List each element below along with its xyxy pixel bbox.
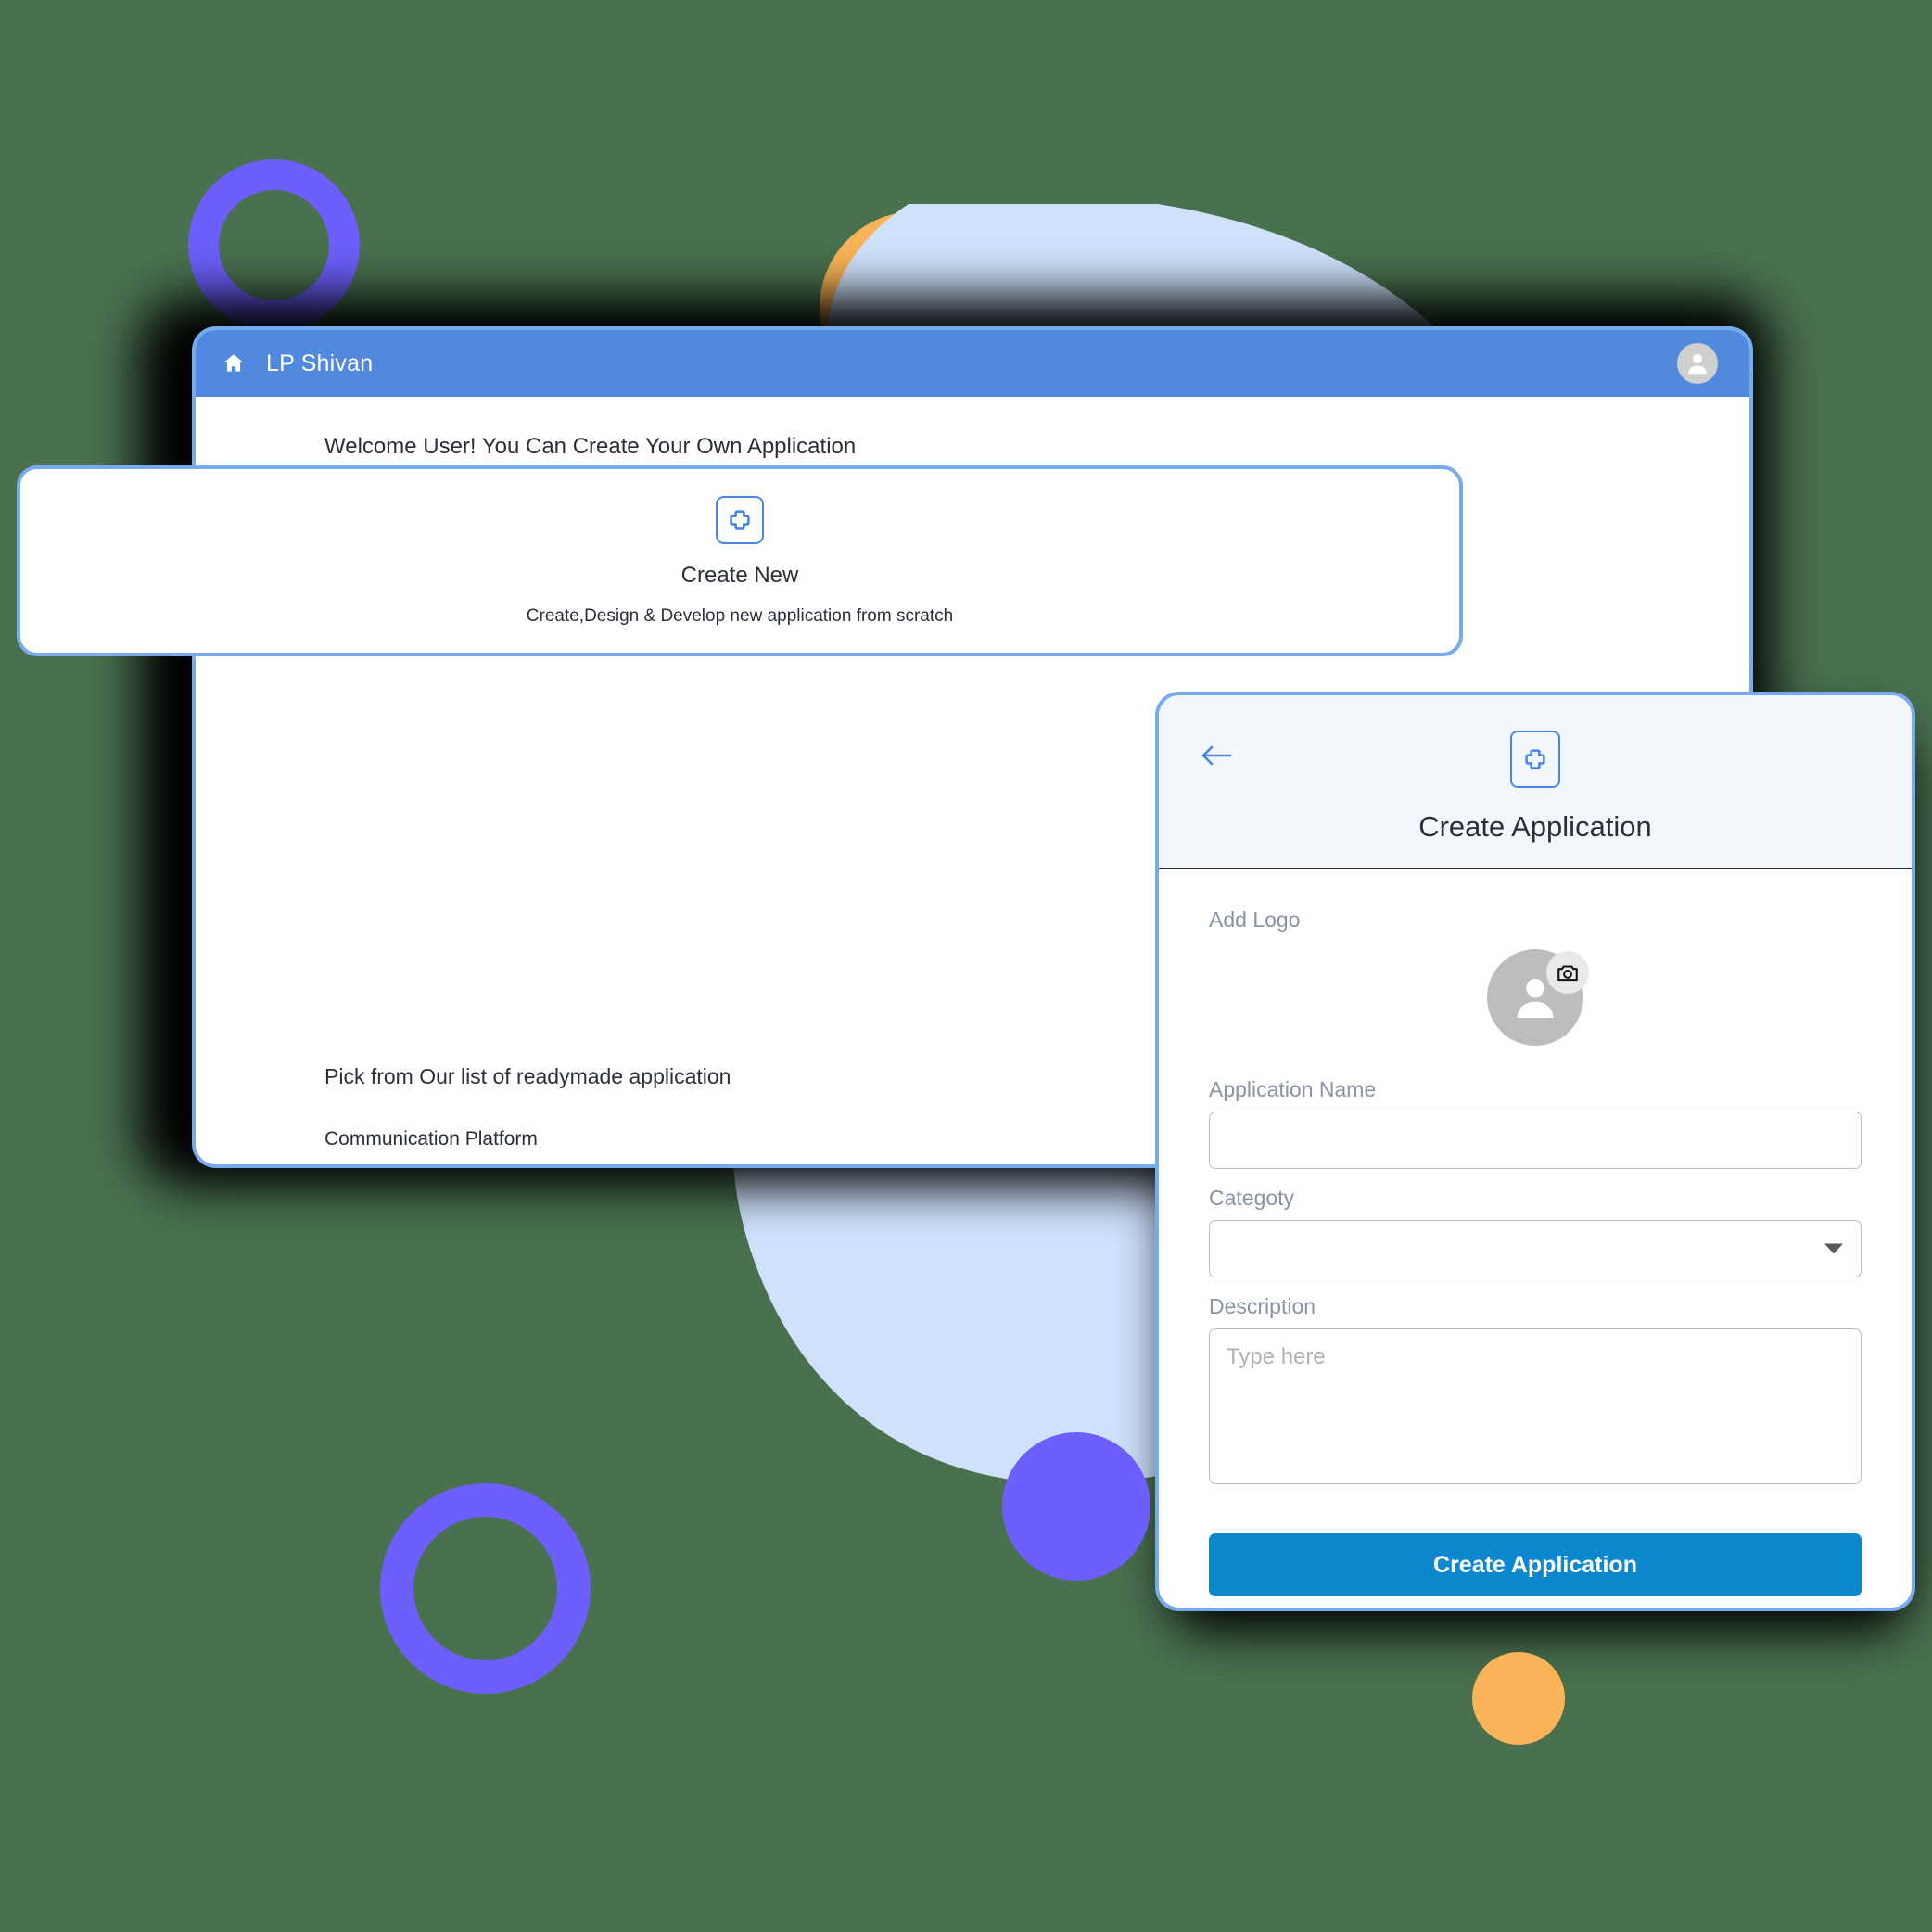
app-card-whatsapp[interactable]: W Whatsapp Created On Thursday, Nov 3, 2…	[324, 1167, 732, 1168]
welcome-message: Welcome User! You Can Create Your Own Ap…	[324, 434, 857, 459]
application-name-input[interactable]	[1209, 1112, 1862, 1169]
description-label: Description	[1209, 1294, 1316, 1318]
home-icon[interactable]	[222, 351, 246, 375]
add-logo-row	[1209, 949, 1862, 1046]
arrow-left-icon[interactable]	[1200, 744, 1233, 768]
logo-avatar[interactable]	[1487, 949, 1589, 1046]
description-textarea[interactable]	[1209, 1328, 1862, 1484]
app-brand-title: LP Shivan	[266, 350, 374, 376]
user-avatar-icon[interactable]	[1677, 343, 1718, 384]
create-panel-title: Create Application	[1418, 810, 1652, 843]
decorative-circle-purple	[1002, 1432, 1150, 1581]
create-application-submit-button[interactable]: Create Application	[1209, 1533, 1862, 1596]
application-name-label: Application Name	[1209, 1077, 1377, 1101]
category-field-block: Categoty	[1209, 1186, 1862, 1277]
decorative-ring-purple-bottom	[380, 1483, 591, 1694]
decorative-circle-orange	[1472, 1652, 1565, 1745]
app-bar: LP Shivan	[196, 330, 1749, 397]
create-panel-body: Add Logo Application Name Categoty Descr…	[1159, 869, 1912, 1608]
add-logo-label: Add Logo	[1209, 908, 1301, 932]
create-new-title: Create New	[680, 562, 799, 588]
description-field-block: Description	[1209, 1294, 1862, 1489]
category-label: Categoty	[1209, 1186, 1295, 1210]
application-name-field-block: Application Name	[1209, 1077, 1862, 1169]
category-select[interactable]	[1209, 1220, 1862, 1277]
create-application-panel: Create Application Add Logo Application …	[1155, 692, 1915, 1611]
create-new-subtitle: Create,Design & Develop new application …	[526, 605, 954, 626]
create-new-card[interactable]: Create New Create,Design & Develop new a…	[17, 465, 1463, 656]
create-panel-header: Create Application	[1159, 695, 1912, 869]
plus-square-icon	[716, 495, 764, 544]
category-select-wrap	[1209, 1220, 1862, 1277]
create-panel-plus-wrap	[1159, 731, 1912, 788]
camera-icon[interactable]	[1546, 951, 1589, 994]
plus-square-icon	[1510, 731, 1560, 788]
